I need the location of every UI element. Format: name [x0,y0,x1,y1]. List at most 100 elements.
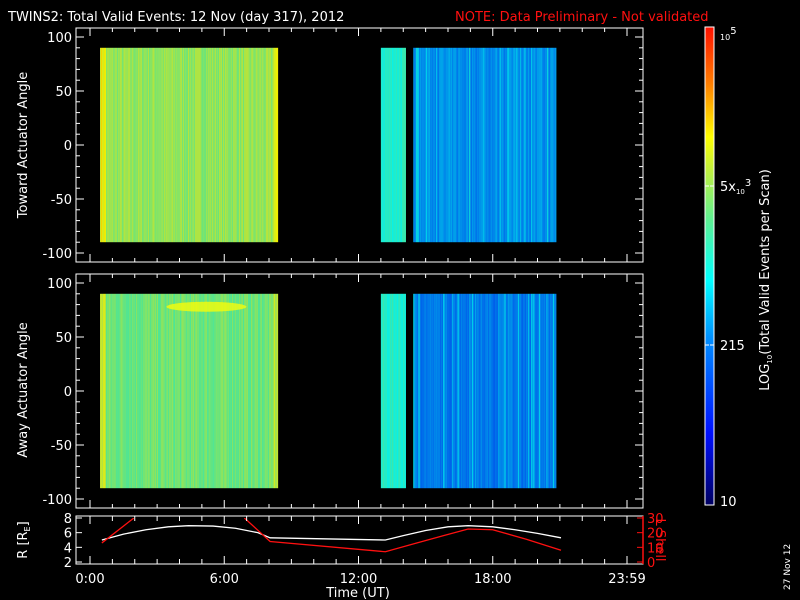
data-column [486,293,488,489]
data-column [151,293,153,489]
data-column [549,47,551,243]
data-column [538,293,540,489]
data-column [148,293,150,489]
data-column [165,293,167,489]
data-column [211,47,213,243]
data-column [515,293,517,489]
data-column [487,293,489,489]
y-tick-label: -50 [51,439,72,454]
data-column [121,293,123,489]
x-axis-label: Time (UT) [325,586,390,600]
data-column [434,293,436,489]
data-column [455,47,457,243]
data-column [259,47,261,243]
data-column [107,47,109,243]
data-column [538,47,540,243]
data-column [382,47,384,243]
data-column [143,47,145,243]
data-column [423,47,425,243]
data-column [511,293,513,489]
data-column [192,47,194,243]
data-column [553,47,555,243]
data-column [193,293,195,489]
data-column [521,293,523,489]
data-column [232,47,234,243]
data-column [487,47,489,243]
data-column [158,47,160,243]
data-column [209,293,211,489]
data-column [482,47,484,243]
data-column [193,47,195,243]
data-column [228,293,230,489]
data-column [520,293,522,489]
data-column [500,293,502,489]
data-column [403,47,405,243]
data-column [149,293,151,489]
data-column [530,293,532,489]
data-column [199,47,201,243]
data-column [209,47,211,243]
data-column [148,47,150,243]
data-column [100,293,102,489]
data-column [223,293,225,489]
data-column [196,293,198,489]
data-column [418,293,420,489]
data-column [260,293,262,489]
data-column [425,47,427,243]
data-column [419,293,421,489]
data-column [524,293,526,489]
data-column [249,293,251,489]
data-column [131,293,133,489]
data-column [532,293,534,489]
data-column [522,47,524,243]
data-column [446,47,448,243]
data-column [454,47,456,243]
data-column [124,47,126,243]
data-column [457,293,459,489]
data-column [505,47,507,243]
data-column [466,293,468,489]
data-column [462,47,464,243]
data-column [273,47,275,243]
data-column [437,47,439,243]
data-column [120,47,122,243]
data-column [226,293,228,489]
data-column [244,47,246,243]
data-column [194,293,196,489]
data-column [403,293,405,489]
data-column [214,293,216,489]
data-column [464,47,466,243]
data-column [554,293,556,489]
data-column [475,47,477,243]
data-block [380,47,406,243]
data-column [200,293,202,489]
data-column [217,47,219,243]
data-column [381,47,383,243]
data-column [169,47,171,243]
data-column [387,47,389,243]
data-column [451,293,453,489]
data-column [404,293,406,489]
data-column [494,293,496,489]
data-column [161,293,163,489]
r-ylabel: R [RE] [16,521,32,558]
data-column [236,293,238,489]
data-column [492,293,494,489]
data-column [132,293,134,489]
data-column [113,47,115,243]
data-column [391,47,393,243]
data-column [474,47,476,243]
data-column [115,293,117,489]
data-block [413,47,557,243]
data-column [534,293,536,489]
y-tick-label: 100 [47,277,72,292]
data-column [250,293,252,489]
data-column [544,293,546,489]
data-column [236,47,238,243]
data-column [429,293,431,489]
data-column [443,293,445,489]
data-column [453,47,455,243]
data-column [219,293,221,489]
y-tick-label: 50 [55,85,72,100]
data-column [542,47,544,243]
